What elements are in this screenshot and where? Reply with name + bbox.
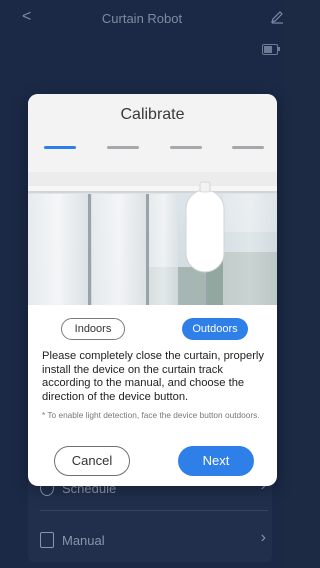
manual-label: Manual bbox=[62, 533, 105, 548]
calibrate-dialog: Calibrate Indoors Outdoors Please comple… bbox=[28, 94, 277, 486]
light-detection-note: * To enable light detection, face the de… bbox=[42, 410, 260, 420]
document-icon bbox=[40, 532, 54, 548]
step-indicator bbox=[28, 146, 277, 150]
page-title: Curtain Robot bbox=[101, 11, 183, 26]
chevron-right-icon: › bbox=[260, 529, 266, 546]
divider bbox=[40, 510, 268, 511]
outdoors-button[interactable]: Outdoors bbox=[182, 318, 248, 340]
curtain-illustration bbox=[28, 172, 277, 305]
step-4 bbox=[232, 146, 264, 149]
dialog-header: Calibrate bbox=[28, 94, 277, 172]
dialog-title: Calibrate bbox=[120, 106, 185, 123]
battery-icon bbox=[262, 44, 280, 55]
next-button[interactable]: Next bbox=[178, 446, 254, 476]
instructions-text: Please completely close the curtain, pro… bbox=[42, 350, 264, 403]
step-3 bbox=[170, 146, 202, 149]
edit-icon[interactable] bbox=[270, 10, 284, 24]
step-1 bbox=[44, 146, 76, 149]
indoors-button[interactable]: Indoors bbox=[61, 318, 125, 340]
manual-row[interactable]: Manual › bbox=[28, 518, 272, 562]
step-2 bbox=[107, 146, 139, 149]
top-bar: < Curtain Robot bbox=[0, 0, 284, 40]
location-toggle: Indoors Outdoors bbox=[28, 318, 277, 340]
cancel-button[interactable]: Cancel bbox=[54, 446, 130, 476]
